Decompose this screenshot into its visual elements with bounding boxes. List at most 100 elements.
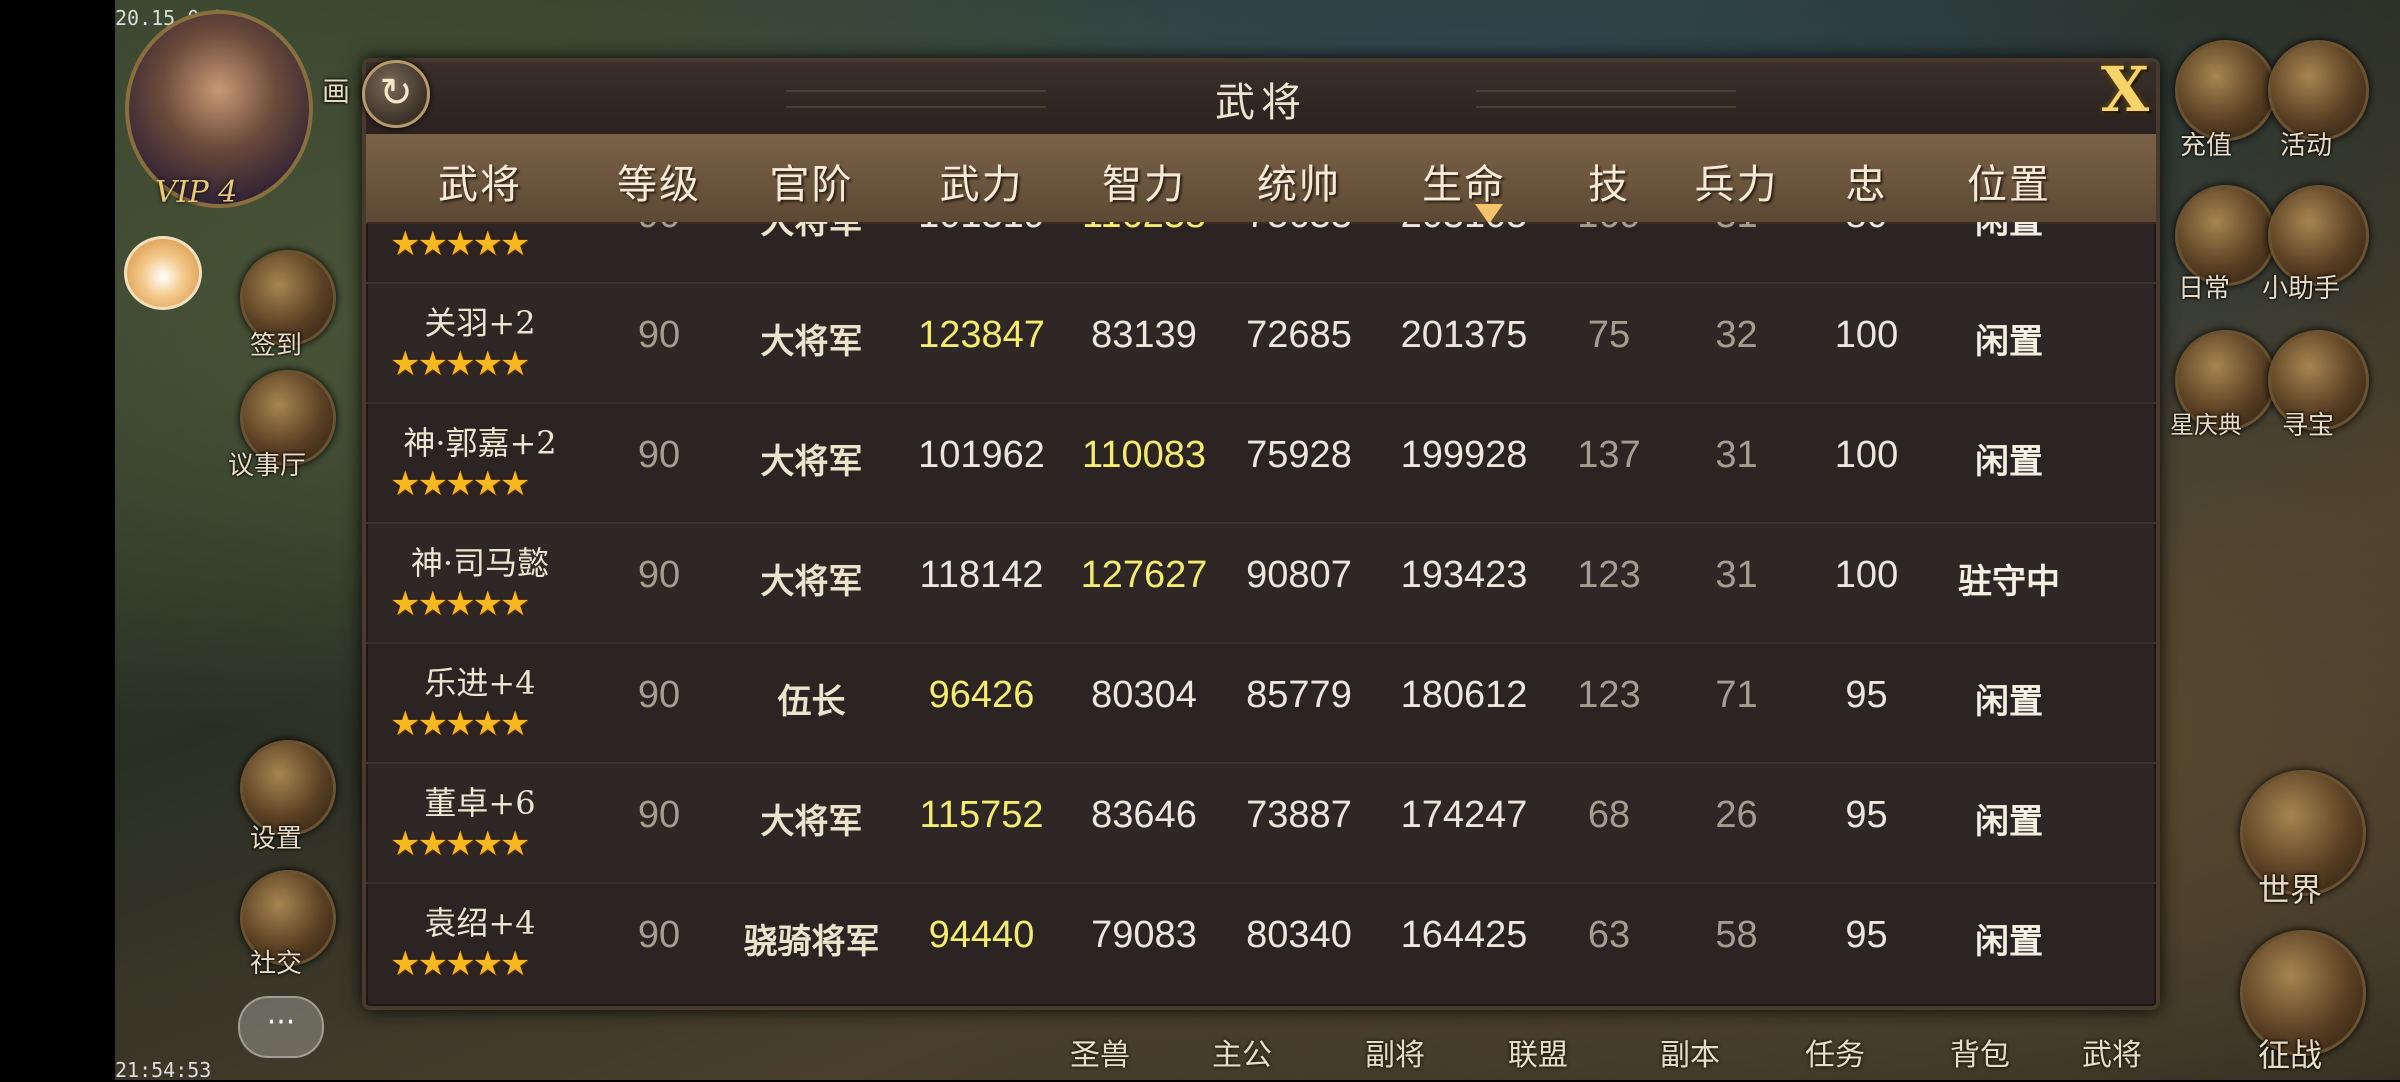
command-cell: 73887: [1246, 794, 1352, 836]
level-cell: 90: [637, 914, 681, 956]
troops-cell: 58: [1715, 914, 1758, 956]
nav-quests[interactable]: 任务: [1805, 1030, 1865, 1074]
skill-cell: 123: [1577, 674, 1641, 716]
troops-cell: 31: [1715, 554, 1758, 596]
vip-badge[interactable]: VIP 4: [155, 175, 237, 210]
col-position[interactable]: 位置: [1924, 152, 2094, 210]
col-troops[interactable]: 兵力: [1664, 152, 1809, 210]
life-cell: 203105: [1374, 222, 1554, 237]
star-rating-icon: ★★★★★: [390, 584, 530, 624]
nav-sacred-beast[interactable]: 圣兽: [1070, 1030, 1130, 1074]
troops-cell: 71: [1715, 674, 1758, 716]
position-cell: 闲置: [1975, 682, 2043, 722]
nav-dungeon[interactable]: 副本: [1660, 1030, 1720, 1074]
force-cell: 96426: [928, 674, 1035, 716]
close-button[interactable]: X: [2094, 59, 2156, 122]
force-cell: 101962: [918, 434, 1045, 476]
rank-cell: 骁骑将军: [743, 922, 880, 962]
level-cell: 90: [594, 222, 724, 237]
table-row[interactable]: 神·郭嘉+2 ★★★★★ 90 大将军 101962 110083 75928 199928 1…: [366, 402, 2156, 524]
menu-celebration[interactable]: 星庆典: [2170, 405, 2242, 440]
table-row[interactable]: 乐进+4 ★★★★★ 90 伍长 96426 80304 85779 180612 123 71 9…: [366, 642, 2156, 764]
troops-cell: 26: [1715, 794, 1758, 836]
general-name: 乐进+4: [424, 664, 536, 702]
general-name: 关羽+2: [424, 304, 536, 342]
command-cell: 75633: [1224, 222, 1374, 237]
menu-social[interactable]: 社交: [250, 943, 302, 980]
force-cell: 94440: [928, 914, 1035, 956]
rank-cell: 大将军: [760, 222, 863, 242]
table-row[interactable]: ★★★★★ 90 大将军 101319116238756332031051693180…: [366, 222, 2156, 284]
mascot-cat-icon[interactable]: [124, 236, 202, 310]
star-rating-icon: ★★★★★: [390, 824, 530, 864]
menu-daily[interactable]: 日常: [2178, 268, 2230, 305]
table-row[interactable]: 关羽+2 ★★★★★ 90 大将军 123847 83139 72685 201375 75 32…: [366, 282, 2156, 404]
col-general[interactable]: 武将: [366, 152, 594, 210]
troops-cell: 31: [1664, 222, 1809, 237]
command-cell: 72685: [1246, 314, 1352, 356]
table-header: 武将 等级 官阶 武力 智力 统帅 生命 技 兵力 忠 位置: [366, 134, 2156, 224]
general-name: 神·司马懿: [410, 544, 550, 582]
rank-cell: 伍长: [777, 682, 846, 722]
table-row[interactable]: 董卓+6 ★★★★★ 90 大将军 115752 83646 73887 174247 68 26…: [366, 762, 2156, 884]
loyalty-cell: 95: [1845, 674, 1888, 716]
intellect-cell: 79083: [1091, 914, 1197, 956]
menu-assistant[interactable]: 小助手: [2262, 268, 2340, 305]
skill-cell: 63: [1587, 914, 1631, 956]
life-cell: 199928: [1400, 434, 1528, 476]
nav-backpack[interactable]: 背包: [1950, 1030, 2010, 1074]
position-cell: 闲置: [1975, 442, 2043, 482]
panel-title-bar: 武将 ↻ X: [362, 59, 2156, 136]
col-skill[interactable]: 技: [1554, 152, 1664, 210]
level-cell: 90: [637, 674, 681, 716]
position-cell: 闲置: [1975, 922, 2043, 962]
loyalty-cell: 95: [1845, 914, 1888, 956]
col-loyalty[interactable]: 忠: [1809, 152, 1924, 210]
col-command[interactable]: 统帅: [1224, 152, 1374, 210]
menu-council-hall[interactable]: 议事厅: [228, 445, 306, 482]
refresh-button[interactable]: ↻: [362, 60, 430, 128]
force-cell: 115752: [919, 794, 1044, 836]
general-name: 袁绍+4: [424, 904, 536, 942]
general-name: 董卓+6: [424, 784, 536, 822]
nav-alliance[interactable]: 联盟: [1508, 1030, 1568, 1074]
intellect-cell: 116238: [1064, 222, 1224, 237]
nav-lord[interactable]: 主公: [1212, 1030, 1272, 1074]
command-cell: 80340: [1246, 914, 1352, 956]
table-row[interactable]: 神·司马懿 ★★★★★ 90 大将军 118142 127627 90807 193423 12…: [366, 522, 2156, 644]
position-cell: 闲置: [1975, 222, 2043, 242]
menu-world[interactable]: 世界: [2258, 865, 2322, 911]
menu-settings[interactable]: 设置: [250, 818, 302, 855]
loyalty-cell: 100: [1834, 554, 1899, 596]
menu-events[interactable]: 活动: [2280, 125, 2332, 162]
col-life[interactable]: 生命: [1374, 152, 1554, 210]
loyalty-cell: 80: [1809, 222, 1924, 237]
clock-label: 21:54:53: [115, 1058, 212, 1082]
life-cell: 174247: [1400, 794, 1528, 836]
chat-icon[interactable]: ···: [238, 996, 324, 1058]
menu-campaign[interactable]: 征战: [2258, 1030, 2322, 1076]
menu-recharge[interactable]: 充值: [2180, 125, 2232, 162]
rank-cell: 大将军: [760, 442, 863, 482]
intellect-cell: 83139: [1091, 314, 1197, 356]
table-row[interactable]: 袁绍+4 ★★★★★ 90 骁骑将军 94440 79083 80340 164425 63 58…: [366, 882, 2156, 998]
col-level[interactable]: 等级: [594, 152, 724, 210]
general-name: 神·郭嘉+2: [403, 424, 557, 462]
nav-generals[interactable]: 武将: [2082, 1030, 2142, 1074]
skill-cell: 75: [1587, 314, 1631, 356]
nav-vice-general[interactable]: 副将: [1365, 1030, 1425, 1074]
col-force[interactable]: 武力: [899, 152, 1064, 210]
star-rating-icon: ★★★★★: [390, 464, 530, 504]
col-rank[interactable]: 官阶: [724, 152, 899, 210]
rank-cell: 大将军: [760, 562, 863, 602]
menu-treasure[interactable]: 寻宝: [2282, 405, 2334, 442]
menu-sign-in[interactable]: 签到: [250, 325, 302, 362]
skill-cell: 68: [1587, 794, 1631, 836]
rank-cell: 大将军: [760, 322, 863, 362]
loyalty-cell: 100: [1834, 314, 1899, 356]
avatar-tab-label: 画: [322, 75, 351, 108]
col-intellect[interactable]: 智力: [1064, 152, 1224, 210]
rank-cell: 大将军: [760, 802, 863, 842]
bottom-nav: 圣兽 主公 副将 联盟 副本 任务 背包 武将: [1020, 1020, 2200, 1080]
life-cell: 164425: [1400, 914, 1528, 956]
